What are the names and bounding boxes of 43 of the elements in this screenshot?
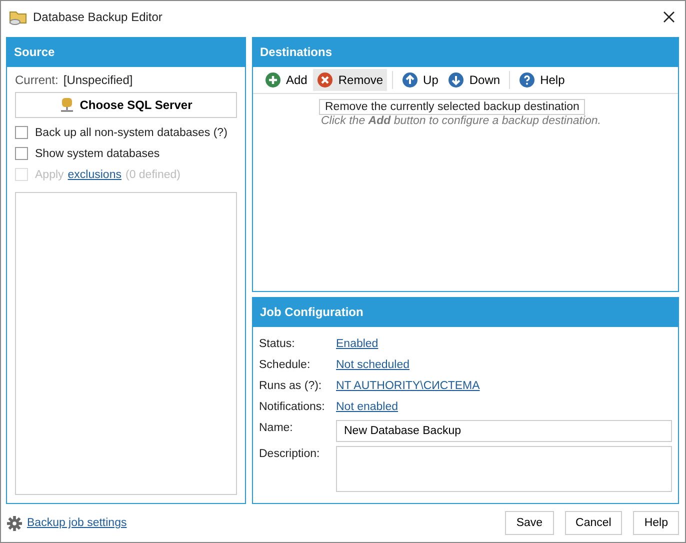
- panel-header: Source: [7, 38, 245, 67]
- checkbox[interactable]: [15, 126, 28, 139]
- server-icon: [60, 97, 74, 113]
- settings-link[interactable]: Backup job settings: [27, 517, 127, 529]
- field-label: Schedule:: [259, 358, 312, 373]
- database-folder-icon: [9, 9, 27, 25]
- choose-server-button[interactable]: Choose SQL Server: [15, 92, 237, 118]
- close-icon[interactable]: [663, 11, 675, 23]
- help-icon: [519, 72, 536, 88]
- cross-icon: [317, 72, 334, 88]
- setting-link[interactable]: Not scheduled: [336, 359, 410, 371]
- panel-header: Destinations: [253, 38, 678, 67]
- tooltip: Remove the currently selected backup destination: [319, 99, 586, 115]
- toolbar-button[interactable]: Help: [515, 69, 569, 91]
- setting-link[interactable]: NT AUTHORITY\СИСТЕМА: [336, 380, 480, 392]
- field-label: Name:: [259, 421, 294, 436]
- field-label: Description:: [259, 447, 321, 462]
- current-value: [Unspecified]: [63, 73, 133, 87]
- toolbar-button[interactable]: Add: [261, 69, 312, 91]
- field-label: Status:: [259, 337, 296, 352]
- plus-icon: [265, 72, 281, 88]
- toolbar-button[interactable]: Remove: [313, 69, 388, 91]
- description-field[interactable]: [336, 446, 672, 492]
- checkbox[interactable]: [15, 147, 28, 160]
- dialog-button[interactable]: Save: [505, 511, 554, 535]
- toolbar-button[interactable]: Down: [444, 69, 504, 91]
- dialog-button[interactable]: Help: [633, 511, 679, 535]
- empty-hint: Click the Add button to configure a backup destination.: [320, 115, 602, 127]
- checkbox-label: Back up all non-system databases (?): [35, 126, 228, 138]
- panel-header: Job Configuration: [253, 298, 678, 327]
- setting-link[interactable]: Enabled: [336, 338, 378, 350]
- window-title: Database Backup Editor: [33, 10, 164, 24]
- toolbar-button[interactable]: Up: [398, 69, 442, 91]
- checkbox-label: Show system databases: [35, 148, 160, 160]
- current-label: Current:: [15, 73, 58, 87]
- field-label: Runs as (?):: [259, 379, 323, 394]
- dialog-button[interactable]: Cancel: [564, 511, 622, 535]
- field-label: Notifications:: [259, 400, 326, 415]
- setting-link[interactable]: Not enabled: [336, 401, 398, 413]
- name-field[interactable]: New Database Backup: [336, 420, 672, 442]
- checkbox-label: Apply: [35, 168, 64, 180]
- checkbox-suffix: (0 defined): [125, 168, 180, 180]
- gear-icon: [7, 516, 22, 530]
